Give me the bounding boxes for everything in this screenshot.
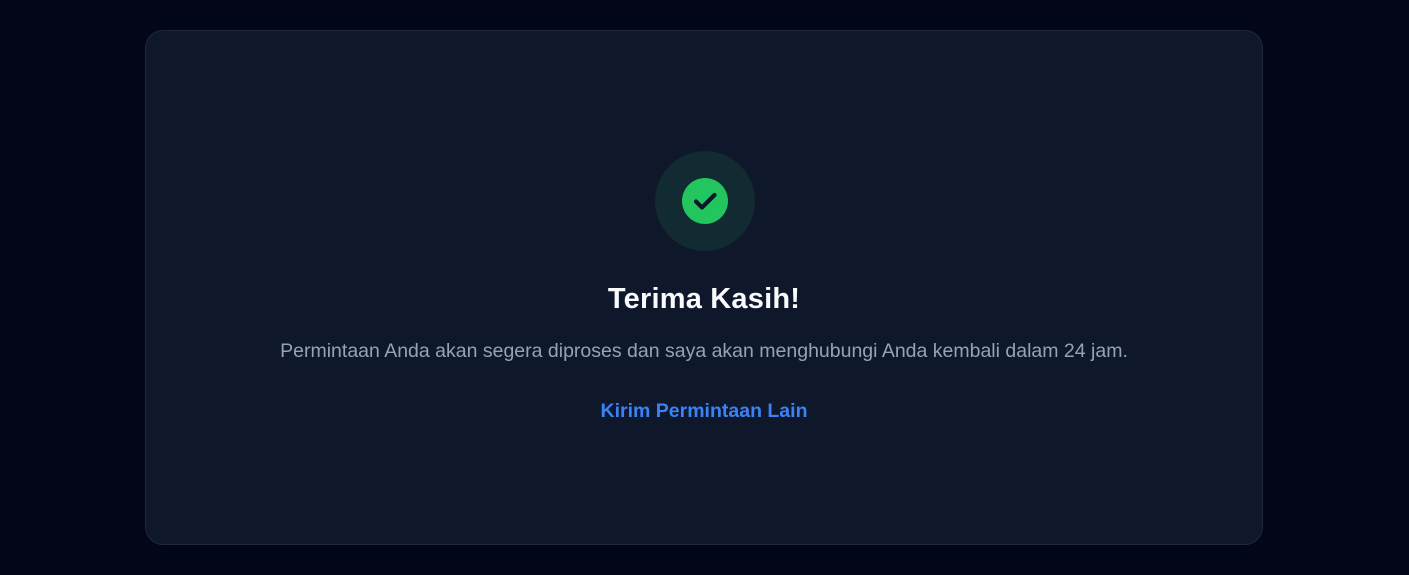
success-icon-badge xyxy=(655,151,755,251)
page: Terima Kasih! Permintaan Anda akan seger… xyxy=(0,0,1409,575)
confirmation-card: Terima Kasih! Permintaan Anda akan seger… xyxy=(145,30,1263,545)
confirmation-message: Permintaan Anda akan segera diproses dan… xyxy=(280,340,1128,362)
send-another-request-link[interactable]: Kirim Permintaan Lain xyxy=(601,400,808,423)
confirmation-title: Terima Kasih! xyxy=(607,283,801,315)
check-circle-icon xyxy=(682,178,728,224)
